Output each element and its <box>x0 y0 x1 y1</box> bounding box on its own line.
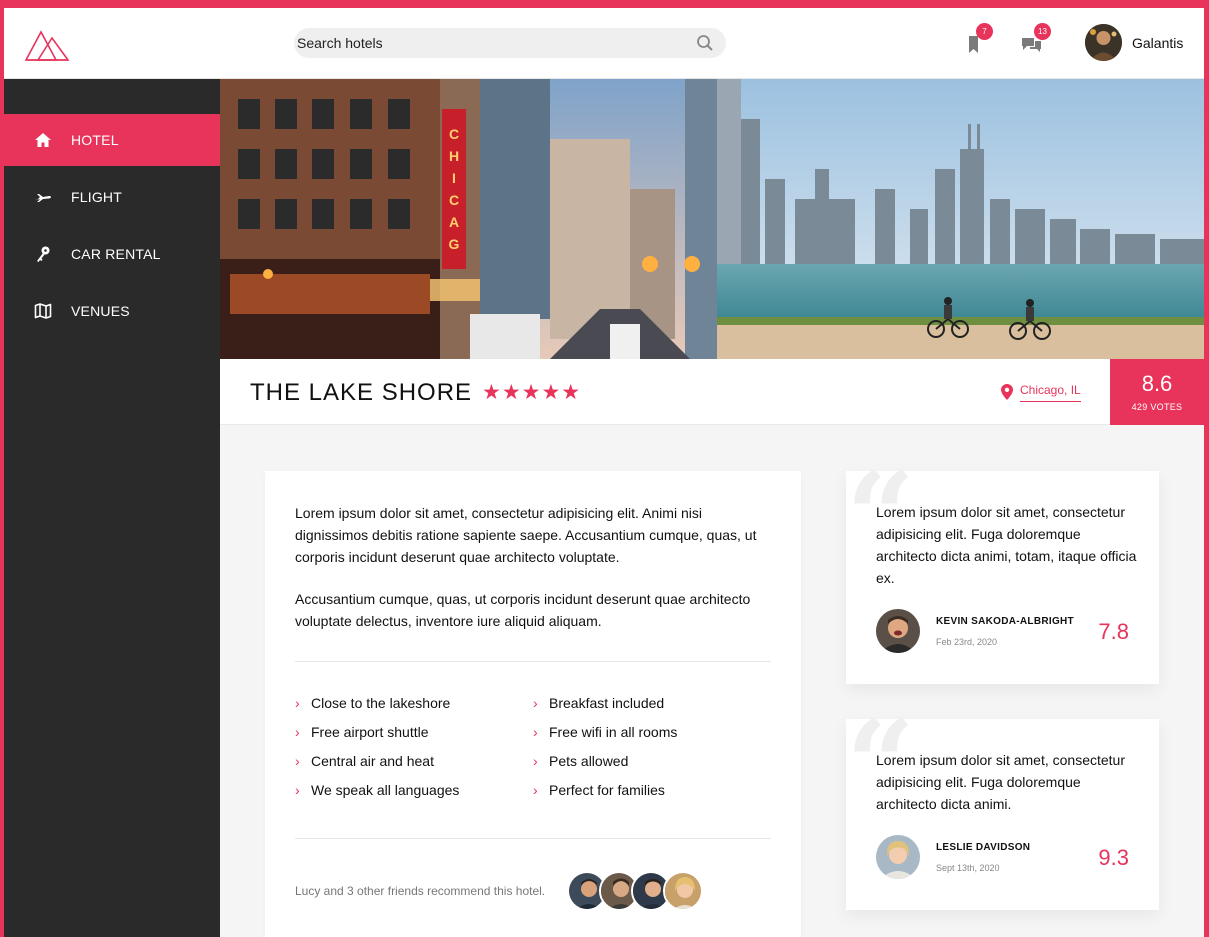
review-card: “ Lorem ipsum dolor sit amet, consectetu… <box>846 457 1159 684</box>
feature-label: Close to the lakeshore <box>311 695 451 711</box>
star-rating: ★★★★★ <box>482 381 582 404</box>
lakeshore-skyline-image[interactable] <box>717 79 1204 359</box>
divider <box>295 661 771 662</box>
hotel-score: 8.6 <box>1141 371 1173 396</box>
svg-text:C: C <box>449 126 459 142</box>
chevron-right-icon: › <box>533 782 538 798</box>
feature-label: Free wifi in all rooms <box>549 724 678 740</box>
friends-recommendation: Lucy and 3 other friends recommend this … <box>295 884 546 898</box>
description-paragraph: Accusantium cumque, quas, ut corporis in… <box>295 591 751 629</box>
chevron-right-icon: › <box>533 753 538 769</box>
sidebar-item-venues[interactable]: VENUES <box>4 285 220 337</box>
feature-item: › Central air and heat <box>295 753 434 769</box>
username[interactable]: Galantis <box>1132 35 1183 51</box>
search-icon[interactable] <box>696 34 714 52</box>
feature-label: Breakfast included <box>549 695 665 711</box>
friend-avatar[interactable] <box>663 871 703 911</box>
page-title: THE LAKE SHORE <box>250 379 473 406</box>
reviewer-name: LESLIE DAVIDSON <box>936 842 1031 853</box>
feature-label: Perfect for families <box>549 782 665 798</box>
chevron-right-icon: › <box>533 724 538 740</box>
reviewer-avatar[interactable] <box>876 835 920 879</box>
feature-label: Pets allowed <box>549 753 629 769</box>
search-input[interactable] <box>294 28 726 58</box>
feature-label: Central air and heat <box>311 753 434 769</box>
reviewer-name: KEVIN SAKODA-ALBRIGHT <box>936 616 1074 627</box>
sidebar-item-label: VENUES <box>71 303 130 319</box>
hotel-description-card: Lorem ipsum dolor sit amet, consectetur … <box>265 471 801 937</box>
hotel-title-bar: THE LAKE SHORE ★★★★★ Chicago, IL 8.6 429… <box>220 359 1204 425</box>
description-paragraph: Lorem ipsum dolor sit amet, consectetur … <box>295 505 757 565</box>
divider <box>295 838 771 839</box>
svg-text:G: G <box>449 236 460 252</box>
hero-gallery: C H I C A G <box>220 79 1204 359</box>
avatar[interactable] <box>1085 24 1122 61</box>
chevron-right-icon: › <box>533 695 538 711</box>
svg-text:A: A <box>449 214 459 230</box>
sidebar-item-label: HOTEL <box>71 132 119 148</box>
chevron-right-icon: › <box>295 695 300 711</box>
svg-text:C: C <box>449 192 459 208</box>
chevron-right-icon: › <box>295 782 300 798</box>
search-bar <box>294 28 726 58</box>
chicago-street-image[interactable]: C H I C A G <box>220 79 717 359</box>
review-date: Feb 23rd, 2020 <box>936 637 998 647</box>
feature-item: › Perfect for families <box>533 782 665 798</box>
svg-text:H: H <box>449 148 459 164</box>
vote-count: 429 VOTES <box>1131 402 1183 412</box>
app-frame: 7 13 Galantis HOTEL <box>4 8 1204 937</box>
feature-label: Free airport shuttle <box>311 724 429 740</box>
hotel-score-badge: 8.6 429 VOTES <box>1110 359 1204 425</box>
review-text: Lorem ipsum dolor sit amet, consectetur … <box>876 752 1125 812</box>
home-icon <box>35 133 51 147</box>
svg-text:I: I <box>452 170 456 186</box>
sidebar-item-flight[interactable]: FLIGHT <box>4 171 220 223</box>
feature-item: › We speak all languages <box>295 782 459 798</box>
feature-item: › Breakfast included <box>533 695 664 711</box>
logo-icon[interactable] <box>24 26 70 62</box>
feature-item: › Pets allowed <box>533 753 628 769</box>
review-score: 9.3 <box>1098 845 1129 870</box>
review-text: Lorem ipsum dolor sit amet, consectetur … <box>876 504 1137 586</box>
reviewer-avatar[interactable] <box>876 609 920 653</box>
location-link[interactable]: Chicago, IL <box>1020 383 1081 402</box>
review-score: 7.8 <box>1098 619 1129 644</box>
sidebar: HOTEL FLIGHT CAR RENTAL VENUES <box>4 79 220 937</box>
bookmarks-badge: 7 <box>976 23 993 40</box>
messages-button[interactable]: 13 <box>1020 23 1051 56</box>
feature-item: › Close to the lakeshore <box>295 695 450 711</box>
messages-badge: 13 <box>1034 23 1051 40</box>
plane-icon <box>35 194 51 202</box>
sidebar-item-label: FLIGHT <box>71 189 122 205</box>
chevron-right-icon: › <box>295 724 300 740</box>
review-card: “ Lorem ipsum dolor sit amet, consectetu… <box>846 705 1159 910</box>
feature-item: › Free airport shuttle <box>295 724 429 740</box>
map-icon <box>34 303 52 319</box>
bookmarks-button[interactable]: 7 <box>962 23 993 56</box>
sidebar-item-car-rental[interactable]: CAR RENTAL <box>4 228 220 280</box>
feature-label: We speak all languages <box>311 782 460 798</box>
key-icon <box>37 246 50 262</box>
review-date: Sept 13th, 2020 <box>936 863 1000 873</box>
sidebar-item-hotel[interactable]: HOTEL <box>4 114 220 166</box>
sidebar-item-label: CAR RENTAL <box>71 246 161 262</box>
chevron-right-icon: › <box>295 753 300 769</box>
feature-item: › Free wifi in all rooms <box>533 724 677 740</box>
location-pin-icon <box>1001 384 1013 400</box>
top-header: 7 13 Galantis <box>4 8 1204 79</box>
